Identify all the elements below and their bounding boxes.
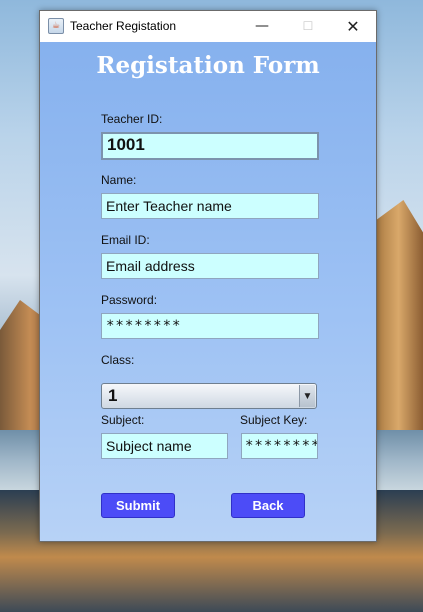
class-selected-value: 1 [108,386,118,405]
name-field[interactable]: Enter Teacher name [101,193,319,219]
java-icon: ☕ [48,18,64,34]
back-button[interactable]: Back [231,493,305,518]
submit-button[interactable]: Submit [101,493,175,518]
form-panel: Registation Form Teacher ID: 1001 Name: … [40,42,376,541]
email-field[interactable]: Email address [101,253,319,279]
form-title: Registation Form [96,52,320,79]
registration-window: ☕ Teacher Registation — ☐ ✕ Registation … [39,10,377,542]
class-label: Class: [101,353,135,367]
email-label: Email ID: [101,233,150,247]
teacher-id-field[interactable]: 1001 [101,132,319,160]
minimize-button[interactable]: — [239,11,285,41]
chevron-down-icon[interactable]: ▼ [299,385,315,407]
name-label: Name: [101,173,137,187]
teacher-id-label: Teacher ID: [101,112,163,126]
password-field[interactable]: ******** [101,313,319,339]
subject-field[interactable]: Subject name [101,433,228,459]
class-select[interactable]: 1 ▼ [101,383,317,409]
subject-label: Subject: [101,413,145,427]
maximize-button[interactable]: ☐ [285,11,331,41]
subject-key-field[interactable]: ******** [241,433,318,459]
close-button[interactable]: ✕ [330,11,376,41]
title-bar[interactable]: ☕ Teacher Registation — ☐ ✕ [40,11,376,41]
window-title: Teacher Registation [70,19,177,33]
subject-key-label: Subject Key: [240,413,308,427]
password-label: Password: [101,293,158,307]
